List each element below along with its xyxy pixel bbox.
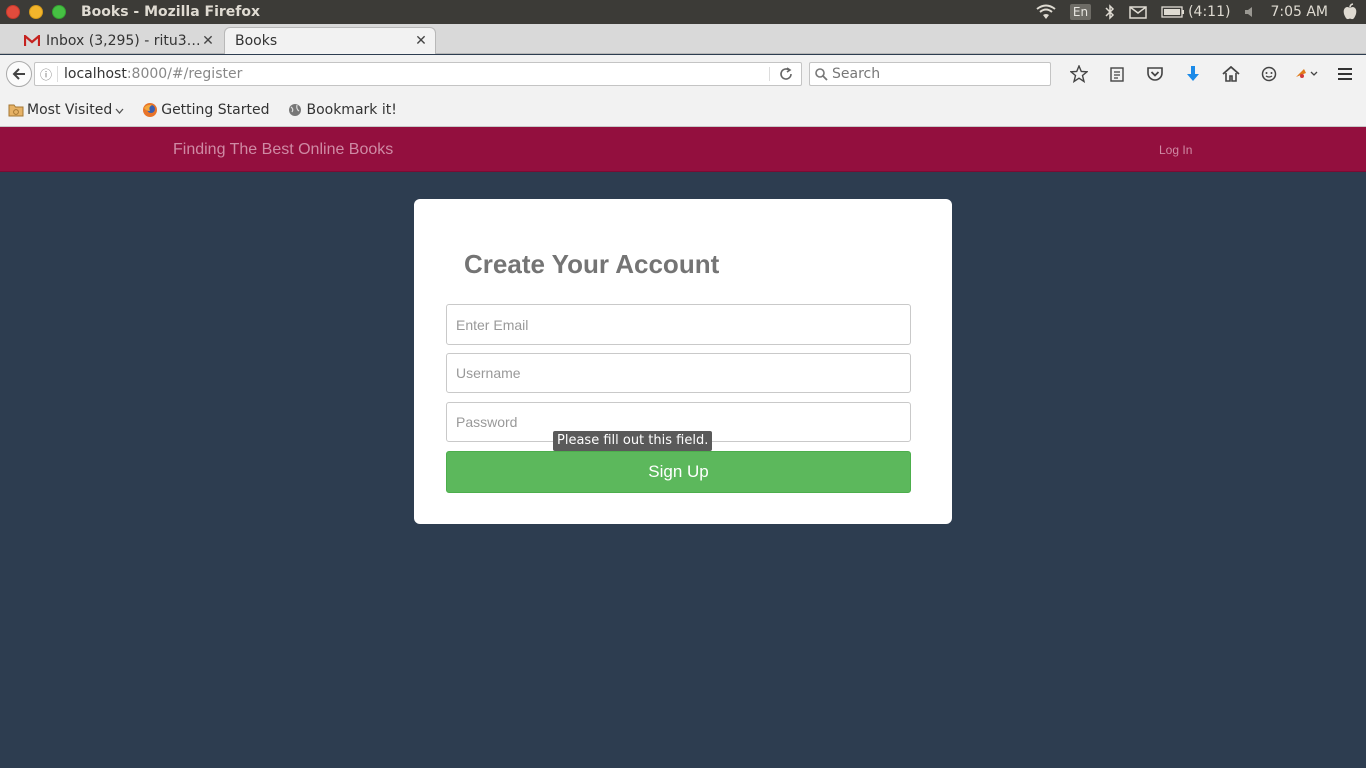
bookmark-most-visited[interactable]: Most Visited xyxy=(8,102,124,118)
window-minimize-button[interactable] xyxy=(29,5,43,19)
clock[interactable]: 7:05 AM xyxy=(1270,4,1328,20)
site-navbar: Finding The Best Online Books Log In xyxy=(0,127,1366,172)
chevron-down-icon xyxy=(115,102,124,118)
mail-icon[interactable] xyxy=(1129,5,1147,19)
volume-icon[interactable] xyxy=(1244,6,1256,18)
reading-list-icon[interactable] xyxy=(1098,63,1136,85)
bookmark-bookmark-it[interactable]: Bookmark it! xyxy=(287,101,397,118)
extension-icon[interactable] xyxy=(1288,63,1326,85)
firefox-icon xyxy=(142,102,158,118)
url-path: :8000/#/register xyxy=(126,66,243,82)
toolbar-icons xyxy=(1060,63,1364,85)
search-placeholder: Search xyxy=(832,66,881,82)
login-link[interactable]: Log In xyxy=(1159,143,1192,157)
wifi-icon[interactable] xyxy=(1036,4,1056,20)
pocket-icon[interactable] xyxy=(1136,63,1174,85)
form-title: Create Your Account xyxy=(464,249,720,279)
site-info-icon[interactable]: ⓘ xyxy=(35,66,57,83)
home-icon[interactable] xyxy=(1212,63,1250,85)
sign-up-button[interactable]: Sign Up xyxy=(446,451,911,493)
apple-icon[interactable] xyxy=(1342,3,1358,21)
validation-tooltip: Please fill out this field. xyxy=(553,431,713,451)
bookmarks-toolbar: Most Visited Getting Started Bookmark it… xyxy=(0,93,1366,127)
navigation-toolbar: ⓘ localhost:8000/#/register Search xyxy=(0,55,1366,93)
battery-indicator[interactable]: (4:11) xyxy=(1161,4,1230,20)
window-close-button[interactable] xyxy=(6,5,20,19)
bluetooth-icon[interactable] xyxy=(1105,4,1115,20)
globe-icon xyxy=(287,102,303,118)
username-field[interactable] xyxy=(446,353,911,393)
email-field[interactable] xyxy=(446,304,911,345)
bookmark-label: Most Visited xyxy=(27,101,113,118)
reload-icon[interactable] xyxy=(769,67,801,81)
bookmark-star-icon[interactable] xyxy=(1060,63,1098,85)
window-title: Books - Mozilla Firefox xyxy=(81,4,261,20)
close-icon[interactable]: ✕ xyxy=(413,33,429,49)
url-host: localhost xyxy=(64,66,127,82)
window-controls xyxy=(6,5,66,19)
chat-icon[interactable] xyxy=(1250,63,1288,85)
folder-icon xyxy=(8,102,24,118)
window-maximize-button[interactable] xyxy=(52,5,66,19)
site-brand[interactable]: Finding The Best Online Books xyxy=(173,141,393,159)
bookmark-label: Bookmark it! xyxy=(306,101,397,118)
tab-label: Books xyxy=(235,33,278,49)
search-bar[interactable]: Search xyxy=(809,62,1051,86)
search-icon xyxy=(810,67,832,81)
url-text[interactable]: localhost:8000/#/register xyxy=(57,66,769,82)
tab-inbox[interactable]: Inbox (3,295) - ritu3… ✕ xyxy=(18,27,222,54)
tab-label: Inbox (3,295) - ritu3… xyxy=(46,32,200,49)
bookmark-getting-started[interactable]: Getting Started xyxy=(142,102,269,118)
url-bar[interactable]: ⓘ localhost:8000/#/register xyxy=(34,62,802,86)
menu-icon[interactable] xyxy=(1326,63,1364,85)
bookmark-label: Getting Started xyxy=(161,101,270,118)
battery-time: (4:11) xyxy=(1188,4,1231,20)
back-arrow-icon xyxy=(12,68,25,80)
download-icon[interactable] xyxy=(1174,63,1212,85)
battery-icon xyxy=(1161,6,1185,18)
back-button[interactable] xyxy=(6,61,32,87)
keyboard-layout-indicator[interactable]: En xyxy=(1069,4,1092,20)
gmail-icon xyxy=(24,33,40,49)
tab-books[interactable]: Books ✕ xyxy=(224,27,436,54)
window-titlebar: Books - Mozilla Firefox En (4:11) 7:05 A… xyxy=(0,0,1366,24)
system-tray: En (4:11) 7:05 AM xyxy=(1036,0,1358,24)
tab-strip: Inbox (3,295) - ritu3… ✕ Books ✕ + xyxy=(0,24,1366,74)
close-icon[interactable]: ✕ xyxy=(200,33,216,49)
register-card: Create Your Account Sign Up Please fill … xyxy=(414,199,952,524)
